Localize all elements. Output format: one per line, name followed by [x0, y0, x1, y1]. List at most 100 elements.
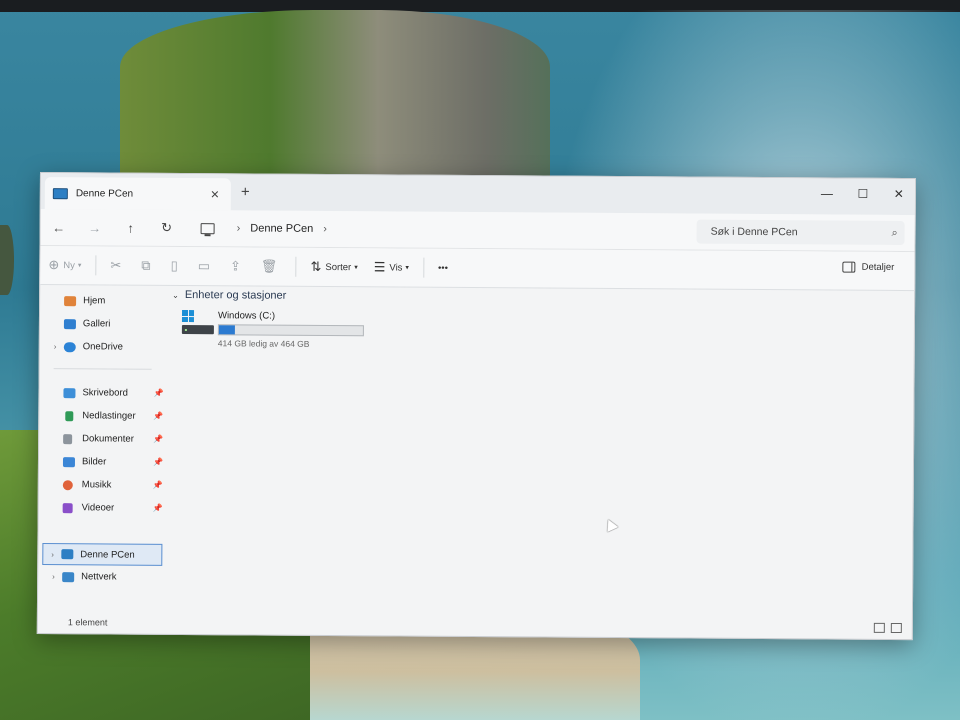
sort-label: Sorter — [325, 261, 352, 273]
sidebar-item-musikk[interactable]: Musikk 📌 — [39, 473, 165, 497]
search-box[interactable]: Søk i Denne PCen ⌕ — [696, 219, 905, 246]
details-pane-icon — [842, 261, 856, 273]
share-icon: ⇪ — [230, 258, 242, 274]
sidebar-item-denne-pcen[interactable]: › Denne PCen — [42, 543, 163, 566]
pin-icon: 📌 — [152, 503, 163, 513]
refresh-button[interactable]: ↻ — [149, 220, 185, 236]
cliff-rock — [120, 10, 550, 200]
details-pane-button[interactable]: Detaljer — [842, 261, 895, 273]
content-area: ⌄ Enheter og stasjoner Windows (C:) 414 … — [164, 284, 914, 639]
breadcrumb-item-denne-pcen[interactable]: Denne PCen — [250, 222, 313, 234]
monitor-icon — [200, 222, 215, 234]
pin-icon: 📌 — [152, 480, 163, 490]
details-view-icon[interactable] — [873, 622, 885, 633]
sidebar-item-onedrive[interactable]: › OneDrive — [40, 335, 166, 359]
plus-circle-icon: ⊕ — [48, 257, 60, 273]
chevron-down-icon: ▾ — [354, 264, 358, 272]
chevron-right-icon[interactable]: › — [237, 222, 241, 234]
desktop-icon — [63, 387, 76, 398]
back-button[interactable]: ← — [41, 220, 77, 235]
copy-button[interactable]: ⧉ — [133, 253, 162, 279]
document-icon — [63, 433, 73, 444]
rename-button[interactable]: ▭ — [190, 253, 222, 279]
status-bar: 1 element — [38, 611, 912, 639]
sidebar-item-label: Nettverk — [81, 571, 117, 583]
tab-label: Denne PCen — [75, 187, 134, 200]
tab-denne-pcen[interactable]: Denne PCen ✕ — [44, 177, 231, 211]
chevron-down-icon: ⌄ — [172, 290, 179, 300]
pin-icon: 📌 — [152, 457, 164, 467]
sidebar-item-hjem[interactable]: Hjem — [40, 289, 166, 313]
chevron-down-icon: ▾ — [77, 262, 82, 270]
new-button[interactable]: ⊕ Ny ▾ — [40, 252, 89, 278]
drive-usage-fill — [218, 325, 235, 335]
sidebar-item-nettverk[interactable]: › Nettverk — [38, 565, 164, 589]
rename-icon: ▭ — [197, 258, 211, 274]
close-window-button[interactable]: ✕ — [891, 187, 907, 201]
divider — [295, 256, 297, 277]
cut-button[interactable]: ✂ — [102, 252, 133, 278]
sort-button[interactable]: ⇅ Sorter ▾ — [302, 254, 365, 280]
drive-free-space: 414 GB ledig av 464 GB — [217, 338, 310, 349]
file-explorer-window: Denne PCen ✕ + — ☐ ✕ ← → ↑ ↻ › Denne PCe… — [36, 172, 916, 641]
sidebar-item-label: OneDrive — [82, 341, 123, 353]
address-bar: ← → ↑ ↻ › Denne PCen › Søk i Denne PCen … — [40, 209, 915, 253]
breadcrumb[interactable]: › Denne PCen › — [200, 216, 685, 243]
drive-info: Windows (C:) 414 GB ledig av 464 GB — [218, 310, 364, 349]
more-icon: ••• — [437, 262, 448, 274]
chevron-right-icon[interactable]: › — [54, 342, 64, 351]
drive-item-c[interactable]: Windows (C:) 414 GB ledig av 464 GB — [180, 309, 914, 353]
pin-icon: 📌 — [153, 388, 164, 398]
cloud-icon — [63, 341, 76, 352]
more-options-button[interactable]: ••• — [430, 255, 456, 281]
scissors-icon: ✂ — [110, 257, 122, 273]
chevron-right-icon[interactable]: › — [323, 223, 327, 235]
divider — [53, 368, 152, 370]
navigation-pane: Hjem Galleri › OneDrive Skrivebord 📌 Ned… — [38, 283, 166, 634]
details-label: Detaljer — [861, 261, 895, 273]
video-icon — [62, 502, 73, 513]
view-toggle — [873, 622, 902, 634]
network-icon — [62, 571, 75, 582]
new-label: Ny — [63, 259, 75, 271]
paste-button[interactable]: ▯ — [163, 253, 190, 279]
drive-usage-bar — [217, 324, 364, 337]
search-input[interactable]: Søk i Denne PCen — [697, 226, 885, 239]
clipboard-icon: ▯ — [170, 257, 178, 273]
share-button[interactable]: ⇪ — [222, 253, 253, 279]
chevron-right-icon[interactable]: › — [52, 572, 62, 581]
sidebar-item-videoer[interactable]: Videoer 📌 — [39, 496, 165, 520]
download-icon — [65, 410, 74, 421]
sidebar-item-label: Denne PCen — [80, 548, 135, 561]
chevron-right-icon[interactable]: › — [51, 550, 61, 559]
view-icon: ☰ — [373, 259, 386, 275]
up-button[interactable]: ↑ — [113, 220, 149, 235]
view-button[interactable]: ☰ Vis ▾ — [366, 254, 417, 280]
sidebar-item-dokumenter[interactable]: Dokumenter 📌 — [39, 427, 165, 451]
divider — [422, 257, 425, 278]
group-header[interactable]: ⌄ Enheter og stasjoner — [172, 286, 914, 309]
sidebar-item-bilder[interactable]: Bilder 📌 — [39, 450, 165, 474]
chevron-down-icon: ▾ — [405, 264, 409, 272]
hard-drive-icon — [181, 324, 214, 335]
forward-button[interactable]: → — [77, 220, 113, 235]
windows-logo-icon — [181, 309, 195, 323]
close-tab-icon[interactable]: ✕ — [207, 188, 223, 201]
maximize-button[interactable]: ☐ — [855, 187, 871, 201]
copy-icon: ⧉ — [141, 257, 151, 273]
sidebar-item-skrivebord[interactable]: Skrivebord 📌 — [39, 381, 165, 405]
sidebar-item-label: Galleri — [82, 318, 111, 330]
minimize-button[interactable]: — — [819, 186, 835, 200]
divider — [95, 255, 97, 276]
sidebar-item-nedlastinger[interactable]: Nedlastinger 📌 — [39, 404, 165, 428]
sidebar-item-label: Musikk — [81, 479, 112, 491]
large-icons-view-icon[interactable] — [890, 622, 902, 634]
new-tab-button[interactable]: + — [241, 183, 250, 200]
view-label: Vis — [389, 261, 403, 274]
group-header-label: Enheter og stasjoner — [184, 289, 287, 302]
sidebar-item-galleri[interactable]: Galleri — [40, 312, 166, 336]
delete-button[interactable]: 🗑 — [253, 253, 290, 279]
sidebar-item-label: Bilder — [81, 456, 107, 468]
pc-icon — [61, 549, 74, 560]
